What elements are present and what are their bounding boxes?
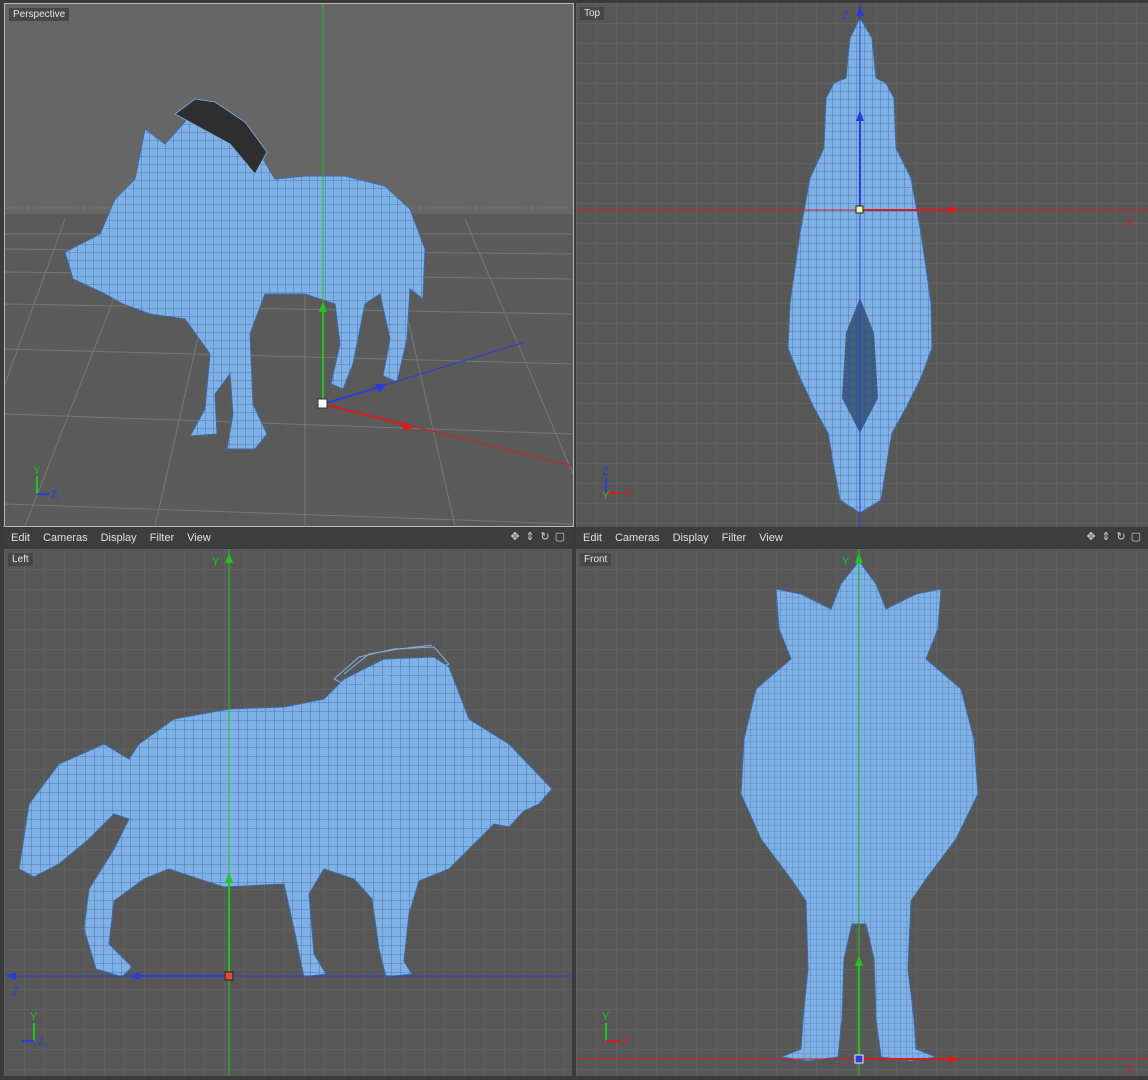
rotate-view-icon[interactable]: ↻ [1115,531,1127,543]
dolly-view-icon[interactable]: ⇕ [524,531,536,543]
top-indicator-z-label: Z [602,466,609,478]
maximize-view-icon[interactable]: ▢ [1130,531,1142,543]
left-axis-y-label: Y [212,556,220,568]
left-indicator-y-label: Y [30,1011,38,1023]
menu-view[interactable]: View [187,532,211,544]
menu-edit[interactable]: Edit [583,532,602,544]
front-viewport[interactable]: Y X Y X Front [576,549,1148,1076]
front-indicator-x-label: X [622,1036,630,1048]
left-axis-z-label: Z [12,986,19,998]
menu-display[interactable]: Display [101,532,137,544]
menu-cameras[interactable]: Cameras [43,532,88,544]
perspective-scene: Y Z [5,4,573,526]
menu-filter[interactable]: Filter [722,532,746,544]
top-indicator-y-label: Y [602,490,610,502]
move-view-icon[interactable]: ✥ [509,531,521,543]
left-scene: Y Z Y Z [4,549,572,1076]
front-scene: Y X Y X [576,549,1148,1076]
viewport-menubar-right: Edit Cameras Display Filter View ✥ ⇕ ↻ ▢ [576,528,1148,548]
top-scene: Z X Z Y X [576,3,1148,527]
left-indicator-z-label: Z [38,1036,45,1048]
menu-cameras[interactable]: Cameras [615,532,660,544]
menu-display[interactable]: Display [673,532,709,544]
viewport-menubar-left: Edit Cameras Display Filter View ✥ ⇕ ↻ ▢ [4,528,572,548]
front-axis-x-label: X [1126,1064,1134,1076]
maximize-view-icon[interactable]: ▢ [554,531,566,543]
top-axis-z-label: Z [842,10,849,22]
front-indicator-y-label: Y [602,1011,610,1023]
perspective-axis-z-label: Z [51,489,58,501]
perspective-viewport[interactable]: Y Z Perspective [4,3,574,527]
rotate-view-icon[interactable]: ↻ [539,531,551,543]
top-viewport[interactable]: Z X Z Y X Top [576,3,1148,527]
menu-edit[interactable]: Edit [11,532,30,544]
viewport-label-left: Left [8,553,33,566]
menu-filter[interactable]: Filter [150,532,174,544]
top-axis-x-label: X [1126,217,1134,229]
front-axis-y-label: Y [842,556,850,568]
perspective-axis-y-label: Y [33,465,41,477]
menu-view[interactable]: View [759,532,783,544]
left-viewport[interactable]: Y Z Y Z Left [4,549,572,1076]
top-indicator-x-label: X [624,488,632,500]
dolly-view-icon[interactable]: ⇕ [1100,531,1112,543]
move-view-icon[interactable]: ✥ [1085,531,1097,543]
viewport-label-perspective: Perspective [9,8,70,21]
viewport-label-front: Front [580,553,612,566]
viewport-label-top: Top [580,7,605,20]
